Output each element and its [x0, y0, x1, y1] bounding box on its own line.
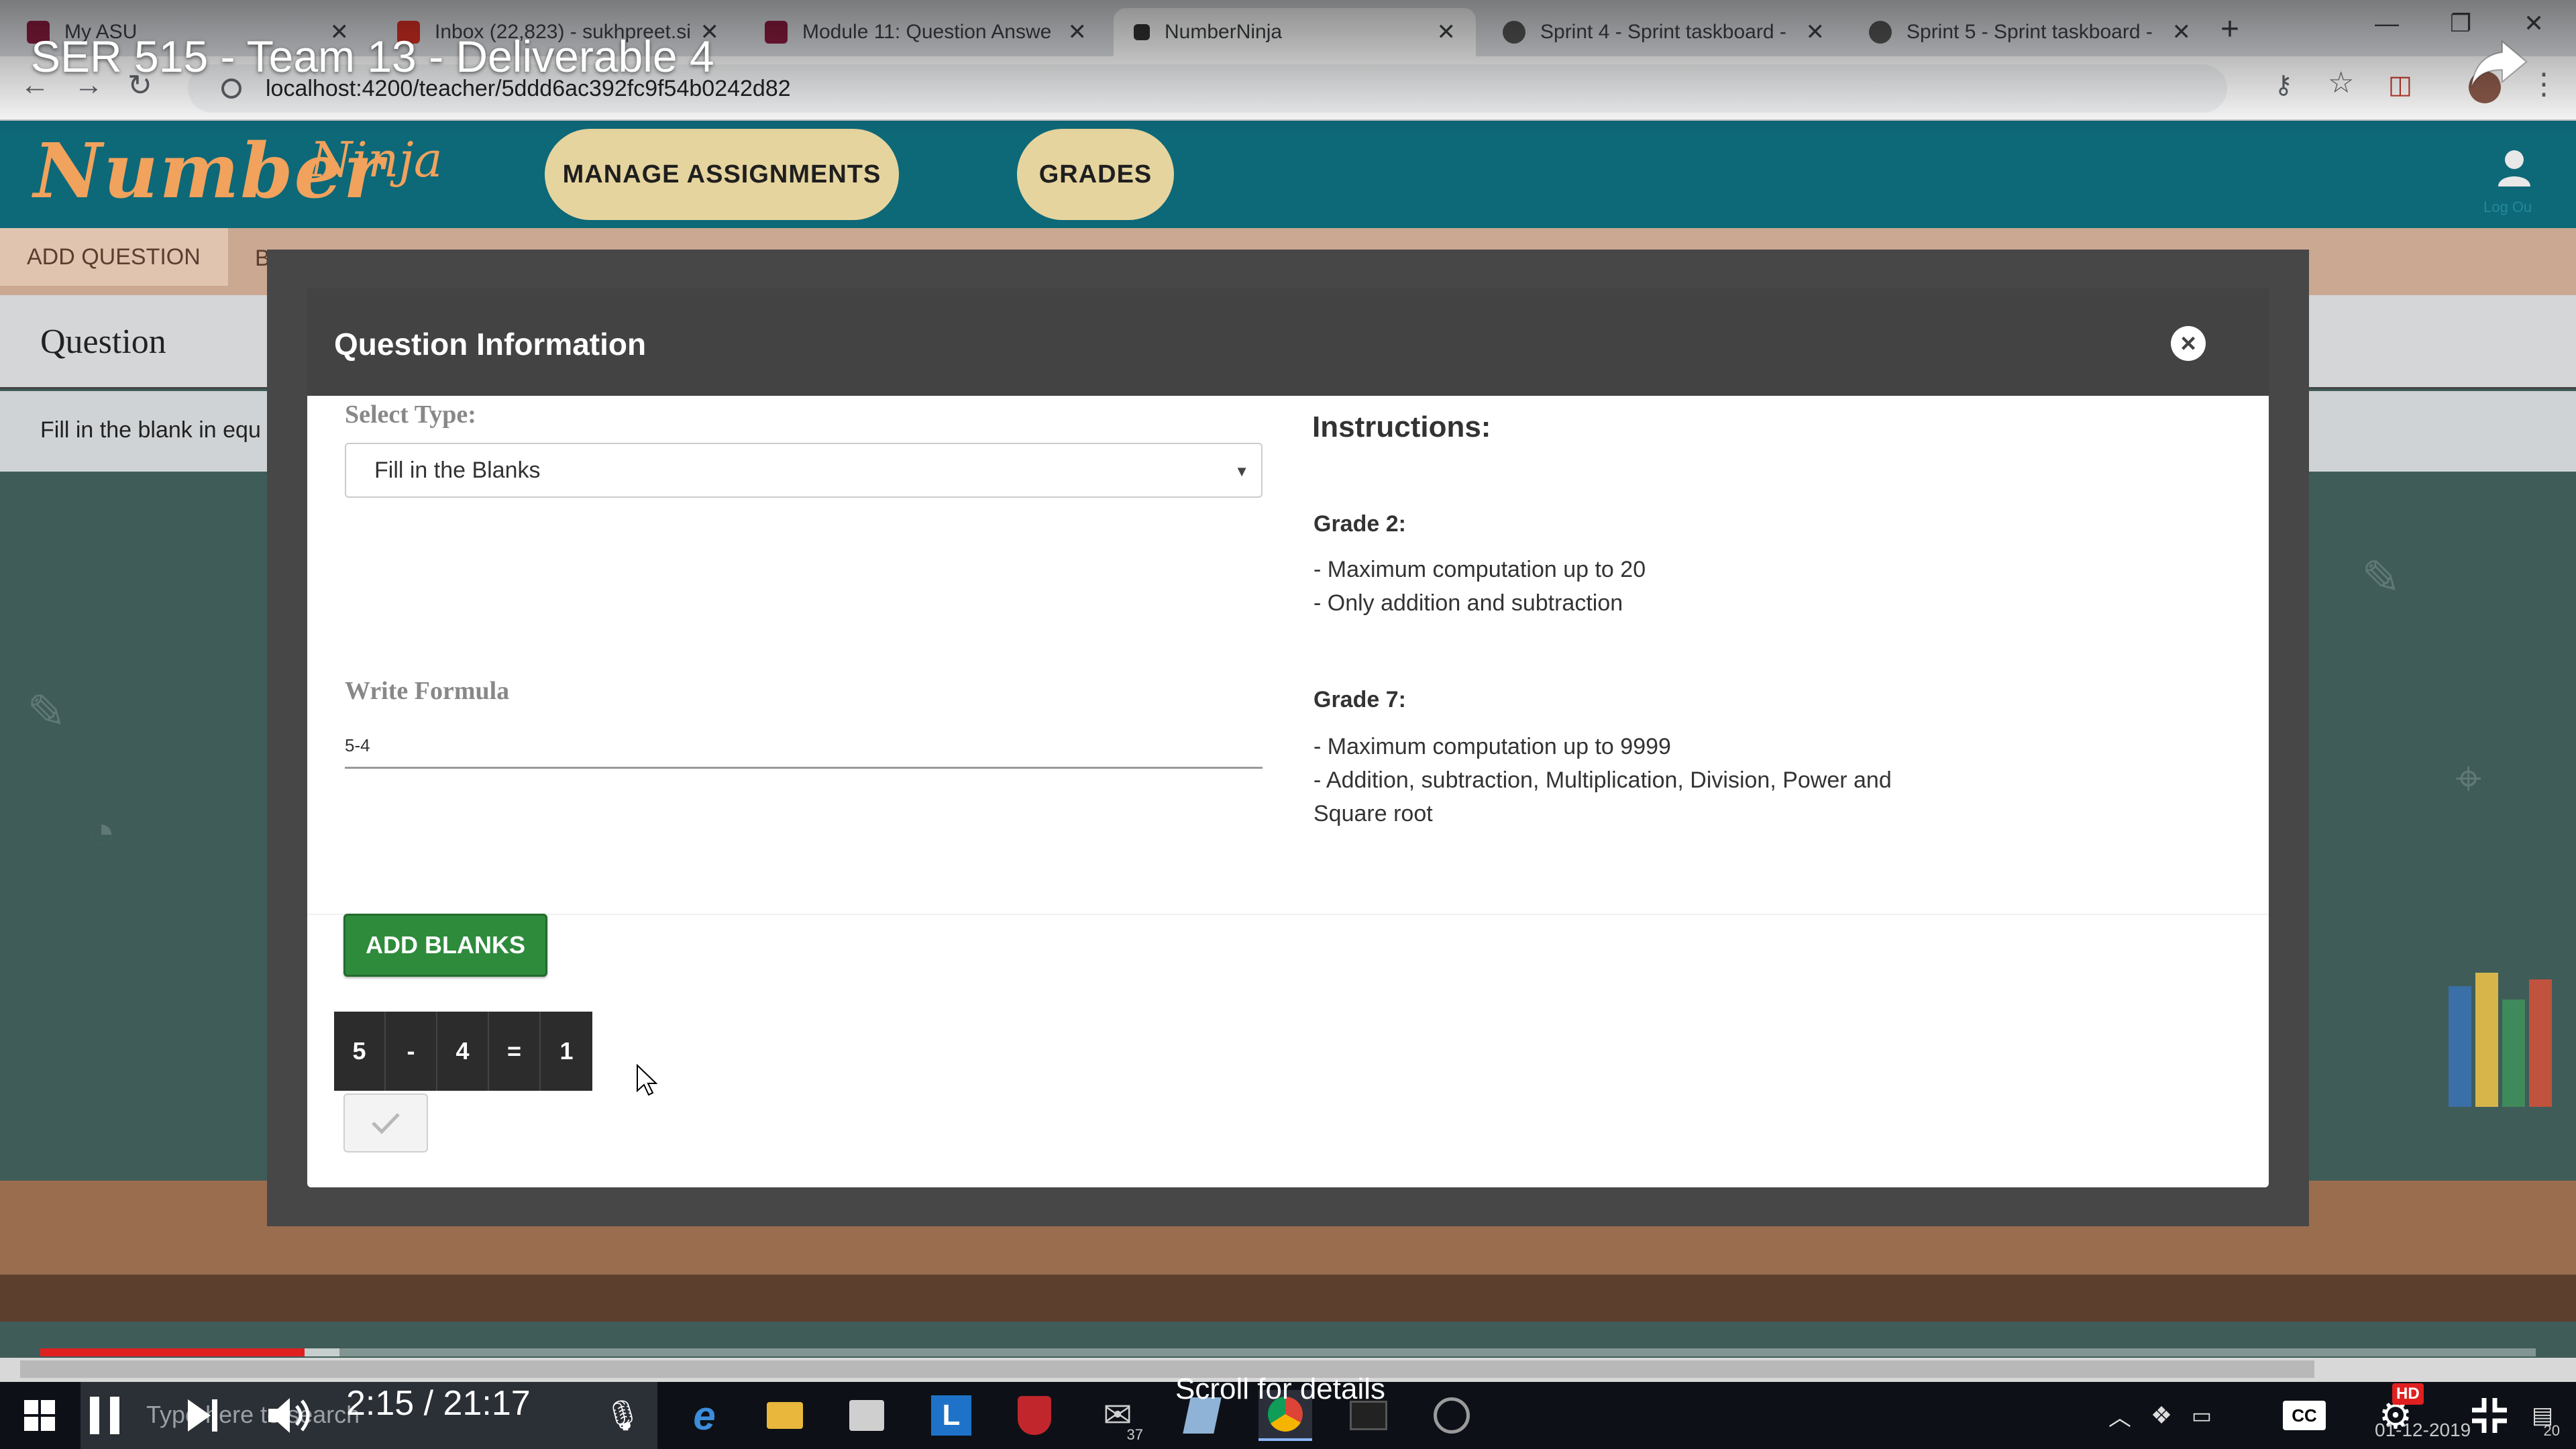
- scroll-for-details-hint[interactable]: Scroll for details: [1175, 1373, 1385, 1406]
- chalk-doodle-icon: ✎: [27, 686, 66, 738]
- equation-token[interactable]: -: [386, 1012, 437, 1091]
- grade-2-heading: Grade 2:: [1313, 511, 1406, 537]
- modal-title: Question Information: [334, 327, 647, 362]
- logout-label[interactable]: Log Ou: [2483, 199, 2532, 216]
- grades-button[interactable]: GRADES: [1017, 129, 1174, 220]
- horizontal-scrollbar-thumb[interactable]: [20, 1360, 2314, 1378]
- close-modal-icon[interactable]: ×: [2171, 326, 2206, 361]
- video-progress-played: [40, 1348, 305, 1356]
- question-type-select[interactable]: Fill in the Blanks ▼: [345, 443, 1263, 498]
- browser-tab-module-11[interactable]: Module 11: Question Answe ✕: [745, 8, 1107, 56]
- modal-body: [307, 396, 2269, 1187]
- mcafee-icon[interactable]: [1008, 1390, 1061, 1441]
- pocket-extension-icon[interactable]: ◫: [2388, 70, 2412, 100]
- modal-divider: [307, 914, 2269, 915]
- user-icon[interactable]: [2496, 148, 2533, 188]
- pause-icon[interactable]: [78, 1382, 131, 1449]
- equation-token[interactable]: 5: [334, 1012, 386, 1091]
- notifications-icon[interactable]: ▤ 20: [2522, 1382, 2563, 1449]
- equation-blank-row: 5 - 4 = 1: [334, 1012, 592, 1091]
- write-formula-label: Write Formula: [345, 677, 510, 705]
- dropbox-icon[interactable]: ❖: [2147, 1382, 2176, 1449]
- bookmark-star-icon[interactable]: ☆: [2328, 66, 2354, 100]
- instructions-title: Instructions:: [1312, 411, 1491, 443]
- mouse-cursor-icon: [637, 1064, 657, 1096]
- question-type-value: Fill in the Blanks: [374, 457, 541, 483]
- grade-7-heading: Grade 7:: [1313, 687, 1406, 712]
- mail-icon[interactable]: ✉ 37: [1091, 1390, 1144, 1443]
- add-blanks-button[interactable]: ADD BLANKS: [343, 914, 547, 977]
- hd-badge: HD: [2392, 1383, 2424, 1405]
- books-decoration-icon: [2449, 973, 2552, 1107]
- edge-browser-icon[interactable]: e: [678, 1390, 731, 1441]
- caret-down-icon: ▼: [1234, 463, 1249, 480]
- file-explorer-icon[interactable]: [758, 1390, 812, 1441]
- tab-label: Module 11: Question Answe: [802, 21, 1052, 43]
- video-title[interactable]: SER 515 - Team 13 - Deliverable 4: [31, 31, 714, 82]
- floor-shadow: [0, 1275, 2576, 1322]
- minimize-icon[interactable]: —: [2375, 9, 2399, 38]
- manage-assignments-button[interactable]: MANAGE ASSIGNMENTS: [545, 129, 899, 220]
- kebab-menu-icon[interactable]: ⋮: [2529, 67, 2559, 101]
- equation-token[interactable]: 1: [541, 1012, 592, 1091]
- l-app-icon[interactable]: L: [924, 1390, 978, 1441]
- github-favicon-icon: [1503, 21, 1525, 44]
- window-close-icon[interactable]: ✕: [2524, 9, 2544, 38]
- formula-input[interactable]: [345, 724, 1263, 769]
- browser-tab-numberninja[interactable]: NumberNinja ✕: [1114, 8, 1476, 56]
- checkmark-icon: [372, 1113, 400, 1134]
- close-tab-icon[interactable]: ✕: [1437, 19, 1456, 46]
- restore-icon[interactable]: ❐: [2450, 9, 2471, 38]
- exit-fullscreen-icon[interactable]: [2466, 1382, 2513, 1449]
- chalk-doodle-icon: ⌖: [2455, 752, 2482, 804]
- windows-start-icon[interactable]: [16, 1382, 63, 1449]
- microphone-icon[interactable]: 🎙︎: [604, 1382, 641, 1449]
- tab-label: Sprint 4 - Sprint taskboard -: [1540, 21, 1786, 43]
- tab-label: NumberNinja: [1165, 21, 1283, 43]
- obs-app-icon[interactable]: [1425, 1390, 1479, 1441]
- tray-chevron-icon[interactable]: ︿: [2106, 1382, 2133, 1449]
- equation-token[interactable]: =: [489, 1012, 541, 1091]
- share-icon[interactable]: [2469, 38, 2529, 91]
- grade-7-line: - Addition, subtraction, Multiplication,…: [1313, 767, 1892, 826]
- video-time-readout: 2:15 / 21:17: [346, 1384, 531, 1423]
- chalk-doodle-icon: ◔: [87, 806, 116, 858]
- app-logo-ninja: Ninja: [310, 131, 443, 188]
- asu-favicon-icon: [765, 21, 788, 44]
- question-panel-title: Question: [40, 323, 166, 361]
- close-tab-icon[interactable]: ✕: [1806, 19, 1825, 46]
- select-type-label: Select Type:: [345, 400, 476, 429]
- mail-count: 37: [1126, 1426, 1143, 1443]
- equation-token[interactable]: 4: [437, 1012, 489, 1091]
- grade-2-line: - Only addition and subtraction: [1313, 590, 1623, 616]
- video-progress-track[interactable]: [40, 1348, 2536, 1356]
- ninja-favicon-icon: [1134, 24, 1150, 40]
- chalk-doodle-icon: ✎: [2361, 551, 2401, 604]
- close-tab-icon[interactable]: ✕: [2172, 19, 2192, 46]
- store-icon[interactable]: [840, 1390, 894, 1441]
- tab-label: Sprint 5 - Sprint taskboard -: [1907, 21, 2153, 43]
- grade-7-line: - Maximum computation up to 9999: [1313, 734, 1671, 759]
- next-video-icon[interactable]: [176, 1382, 229, 1449]
- notification-count: 20: [2543, 1422, 2560, 1439]
- close-tab-icon[interactable]: ✕: [1068, 19, 1087, 46]
- battery-icon[interactable]: ▭: [2187, 1382, 2216, 1449]
- key-icon[interactable]: ⚷: [2274, 70, 2293, 100]
- closed-captions-icon[interactable]: CC: [2281, 1382, 2328, 1449]
- volume-icon[interactable]: [259, 1382, 319, 1449]
- browser-tab-sprint-4[interactable]: Sprint 4 - Sprint taskboard - ✕: [1483, 8, 1845, 56]
- add-question-tab[interactable]: ADD QUESTION: [0, 228, 228, 286]
- grade-2-line: - Maximum computation up to 20: [1313, 557, 1646, 582]
- browser-tab-sprint-5[interactable]: Sprint 5 - Sprint taskboard - ✕: [1849, 8, 2211, 56]
- new-tab-plus-icon[interactable]: +: [2220, 11, 2239, 48]
- question-row-text: Fill in the blank in equ: [40, 417, 261, 443]
- confirm-check-button[interactable]: [343, 1093, 428, 1152]
- github-favicon-icon: [1869, 21, 1892, 44]
- taskbar-date: 01-12-2019: [2375, 1419, 2471, 1440]
